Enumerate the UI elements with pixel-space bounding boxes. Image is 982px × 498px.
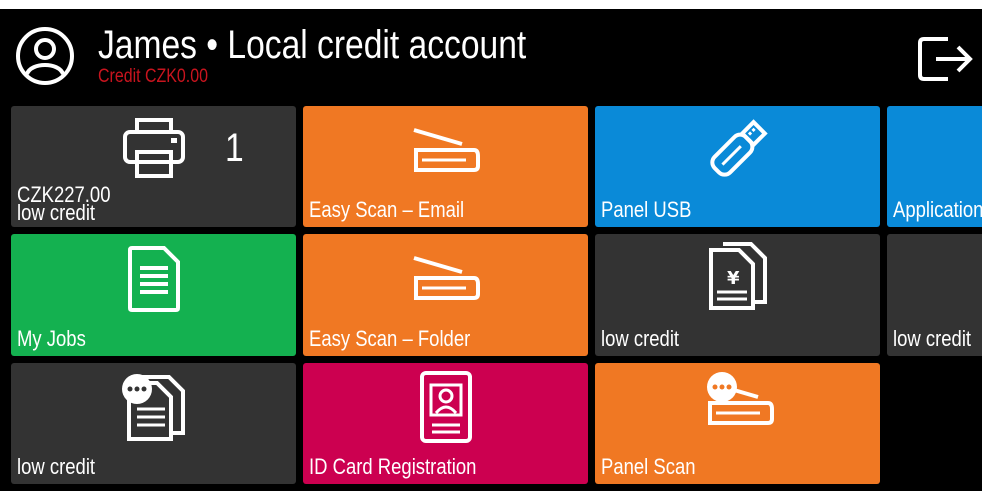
tile-label: Applications [893,197,982,222]
tile-label: ID Card Registration [309,454,477,479]
tile-label: Panel USB [601,197,692,222]
scanner-icon [412,256,480,300]
document-icon [127,246,180,312]
copy-document-icon: ¥ [708,242,767,310]
partial-tile[interactable]: low credit [887,234,982,356]
header: James • Local credit account Credit CZK0… [0,9,982,97]
copy-options-icon [121,374,185,441]
tile-label: My Jobs [17,326,86,351]
panel-scan-tile[interactable]: Panel Scan [595,363,880,484]
panel-usb-tile[interactable]: Panel USB [595,106,880,227]
my-jobs-tile[interactable]: My Jobs [11,234,296,356]
print-tile[interactable]: 1 CZK227.00 low credit [11,106,296,227]
easy-scan-folder-tile[interactable]: Easy Scan – Folder [303,234,588,356]
svg-text:¥: ¥ [727,268,740,289]
scanner-icon [412,128,480,172]
credit-balance: Credit CZK0.00 [98,66,209,87]
scanner-options-icon [706,372,774,425]
print-tile-label: CZK227.00 low credit [17,184,110,224]
tile-label: Panel Scan [601,454,696,479]
applications-tile[interactable]: Applications [887,106,982,227]
id-card-registration-tile[interactable]: ID Card Registration [303,363,588,484]
tile-label: Easy Scan – Email [309,197,465,222]
page-title: James • Local credit account [98,23,527,67]
tile-label: low credit [601,326,680,351]
tile-label: low credit [893,326,972,351]
easy-scan-email-tile[interactable]: Easy Scan – Email [303,106,588,227]
app-frame: James • Local credit account Credit CZK0… [0,9,982,491]
print-job-count: 1 [225,126,244,170]
copy-tile[interactable]: ¥ low credit [595,234,880,356]
user-circle-icon[interactable] [14,25,76,87]
tile-label: Easy Scan – Folder [309,326,471,351]
copy-options-tile[interactable]: low credit [11,363,296,484]
usb-drive-icon [709,119,768,177]
logout-icon[interactable] [912,27,976,91]
printer-icon [122,118,185,178]
tile-label: low credit [17,454,96,479]
id-card-icon [419,371,472,443]
